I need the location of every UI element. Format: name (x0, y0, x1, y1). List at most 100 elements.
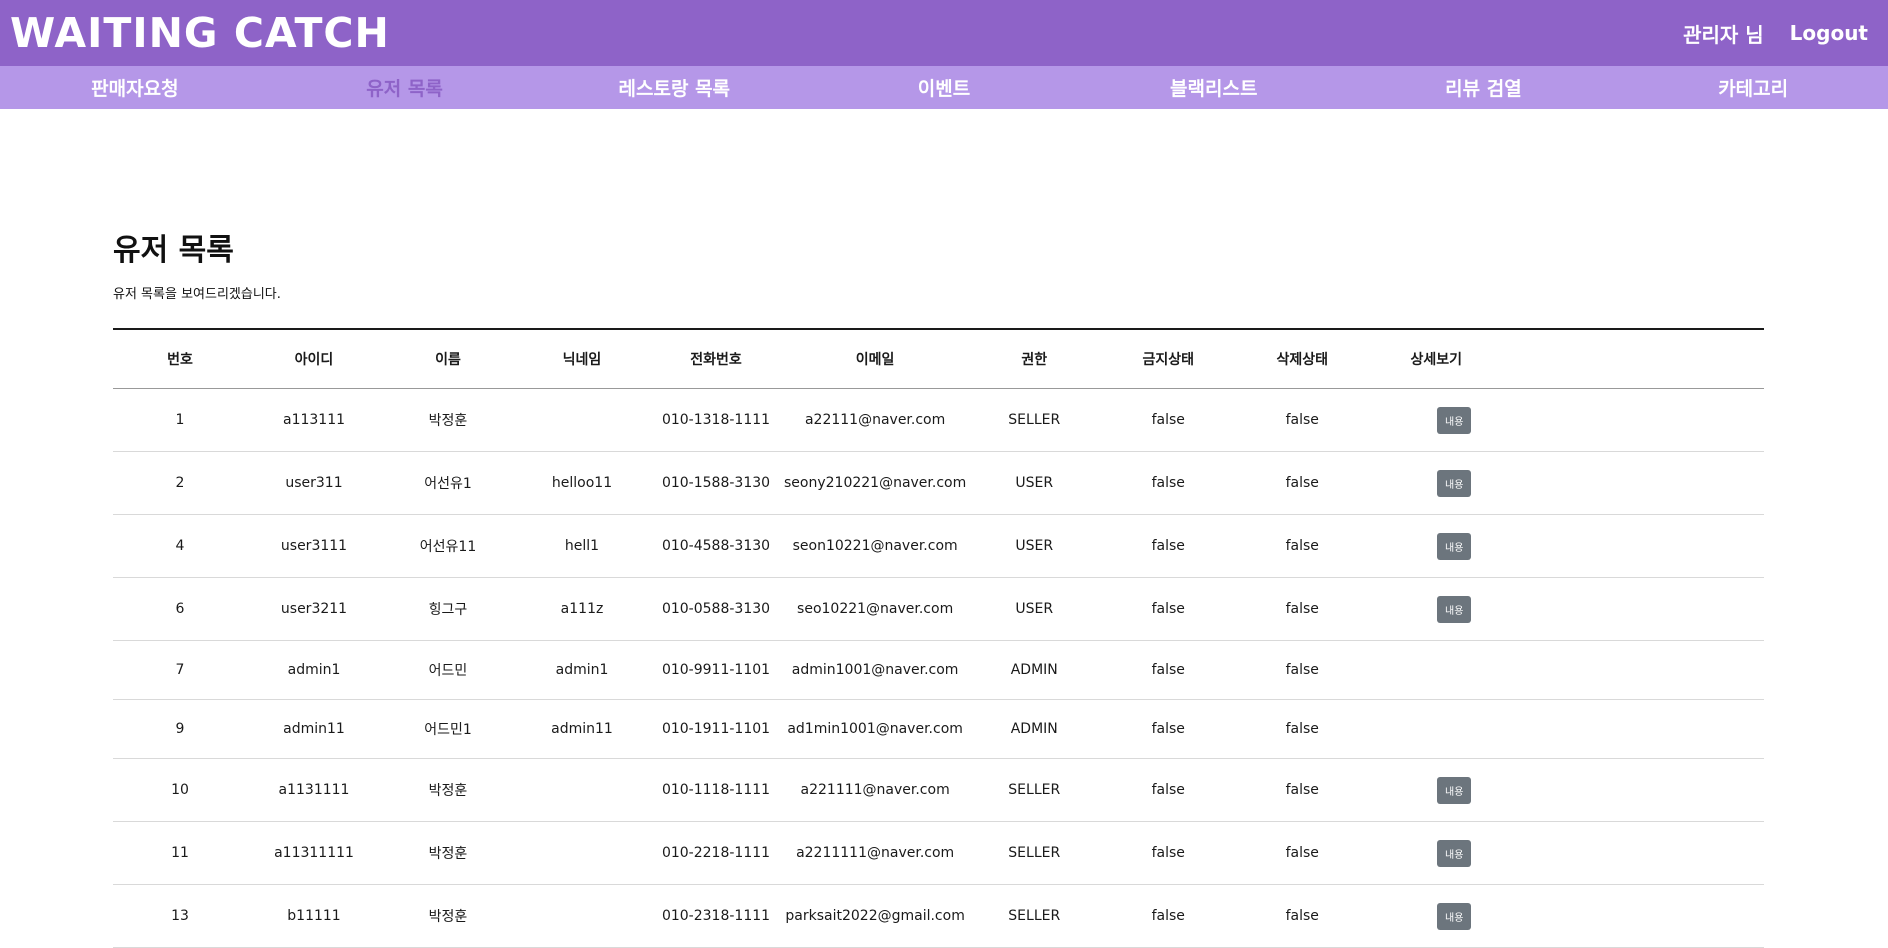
nav-item-restaurant-list[interactable]: 레스토랑 목록 (539, 74, 809, 101)
cell-detail: 내용 (1369, 451, 1504, 515)
table-row: 2 user311 어선유1 helloo11 010-1588-3130 se… (113, 451, 1764, 515)
cell-number: 4 (113, 514, 247, 578)
cell-phone: 010-2318-1111 (649, 884, 783, 948)
cell-number: 11 (113, 821, 247, 885)
top-header: WAITING CATCH 관리자 님 Logout (0, 0, 1888, 66)
cell-email: a22111@naver.com (783, 388, 968, 452)
cell-deleted: false (1235, 451, 1370, 515)
cell-nickname: admin11 (515, 699, 649, 759)
cell-detail (1369, 699, 1504, 759)
table-row: 13 b11111 박정훈 010-2318-1111 parksait2022… (113, 884, 1764, 948)
header-email: 이메일 (783, 329, 968, 389)
cell-id: a11311111 (247, 821, 381, 885)
cell-name: 박정훈 (381, 821, 515, 885)
cell-role: USER (967, 451, 1102, 515)
cell-number: 10 (113, 758, 247, 822)
cell-phone: 010-1588-3130 (649, 451, 783, 515)
cell-banned: false (1101, 699, 1236, 759)
cell-number: 2 (113, 451, 247, 515)
detail-button[interactable]: 내용 (1437, 406, 1472, 434)
cell-deleted: false (1235, 577, 1370, 641)
cell-number: 7 (113, 640, 247, 700)
detail-button[interactable]: 내용 (1437, 902, 1472, 930)
cell-phone: 010-2218-1111 (649, 821, 783, 885)
table-row: 11 a11311111 박정훈 010-2218-1111 a2211111@… (113, 821, 1764, 885)
cell-number: 13 (113, 884, 247, 948)
detail-button[interactable]: 내용 (1437, 595, 1472, 623)
cell-role: ADMIN (967, 640, 1102, 700)
cell-deleted: false (1235, 514, 1370, 578)
cell-spacer (1503, 884, 1764, 948)
page-description: 유저 목록을 보여드리겠습니다. (113, 287, 281, 302)
cell-deleted: false (1235, 640, 1370, 700)
cell-email: admin1001@naver.com (783, 640, 968, 700)
cell-name: 어드민 (381, 640, 515, 700)
header-name: 이름 (381, 329, 515, 389)
cell-name: 어드민1 (381, 699, 515, 759)
cell-email: seony210221@naver.com (783, 451, 968, 515)
cell-number: 9 (113, 699, 247, 759)
cell-detail: 내용 (1369, 577, 1504, 641)
cell-deleted: false (1235, 699, 1370, 759)
cell-banned: false (1101, 577, 1236, 641)
header-detail: 상세보기 (1369, 329, 1504, 389)
detail-button[interactable]: 내용 (1437, 532, 1472, 560)
cell-nickname (515, 821, 649, 885)
cell-detail (1369, 640, 1504, 700)
cell-id: user3211 (247, 577, 381, 641)
cell-spacer (1503, 821, 1764, 885)
nav-item-user-list[interactable]: 유저 목록 (270, 74, 540, 101)
main-nav: 판매자요청 유저 목록 레스토랑 목록 이벤트 블랙리스트 리뷰 검열 카테고리 (0, 66, 1888, 109)
cell-number: 1 (113, 388, 247, 452)
cell-role: USER (967, 577, 1102, 641)
nav-item-blacklist[interactable]: 블랙리스트 (1079, 74, 1349, 101)
cell-nickname: hell1 (515, 514, 649, 578)
brand-logo[interactable]: WAITING CATCH (10, 9, 390, 57)
admin-greeting: 관리자 님 (1683, 22, 1764, 47)
cell-nickname (515, 388, 649, 452)
cell-email: a221111@naver.com (783, 758, 968, 822)
cell-phone: 010-9911-1101 (649, 640, 783, 700)
cell-spacer (1503, 640, 1764, 700)
cell-role: SELLER (967, 884, 1102, 948)
nav-item-review-censor[interactable]: 리뷰 검열 (1349, 74, 1619, 101)
cell-banned: false (1101, 514, 1236, 578)
cell-banned: false (1101, 388, 1236, 452)
main-content: 유저 목록 유저 목록을 보여드리겠습니다. 번호 아이디 이름 닉네임 전화번… (0, 225, 1888, 948)
cell-phone: 010-0588-3130 (649, 577, 783, 641)
detail-button[interactable]: 내용 (1437, 776, 1472, 804)
cell-spacer (1503, 451, 1764, 515)
cell-spacer (1503, 758, 1764, 822)
nav-item-events[interactable]: 이벤트 (809, 74, 1079, 101)
cell-banned: false (1101, 451, 1236, 515)
cell-id: a113111 (247, 388, 381, 452)
logout-link[interactable]: Logout (1790, 21, 1868, 45)
cell-id: admin11 (247, 699, 381, 759)
detail-button[interactable]: 내용 (1437, 469, 1472, 497)
detail-button[interactable]: 내용 (1437, 839, 1472, 867)
nav-item-categories[interactable]: 카테고리 (1618, 74, 1888, 101)
cell-detail: 내용 (1369, 758, 1504, 822)
cell-phone: 010-4588-3130 (649, 514, 783, 578)
cell-role: SELLER (967, 388, 1102, 452)
cell-email: a2211111@naver.com (783, 821, 968, 885)
cell-id: user311 (247, 451, 381, 515)
cell-role: SELLER (967, 758, 1102, 822)
cell-deleted: false (1235, 758, 1370, 822)
table-row: 10 a1131111 박정훈 010-1118-1111 a221111@na… (113, 758, 1764, 822)
header-phone: 전화번호 (649, 329, 783, 389)
cell-role: SELLER (967, 821, 1102, 885)
cell-deleted: false (1235, 884, 1370, 948)
top-right-group: 관리자 님 Logout (1683, 19, 1868, 48)
header-spacer (1503, 329, 1764, 389)
cell-id: a1131111 (247, 758, 381, 822)
cell-nickname: helloo11 (515, 451, 649, 515)
nav-item-seller-requests[interactable]: 판매자요청 (0, 74, 270, 101)
page-title: 유저 목록 (113, 233, 234, 268)
cell-email: seon10221@naver.com (783, 514, 968, 578)
cell-detail: 내용 (1369, 514, 1504, 578)
cell-email: seo10221@naver.com (783, 577, 968, 641)
cell-email: ad1min1001@naver.com (783, 699, 968, 759)
cell-nickname: admin1 (515, 640, 649, 700)
cell-deleted: false (1235, 821, 1370, 885)
